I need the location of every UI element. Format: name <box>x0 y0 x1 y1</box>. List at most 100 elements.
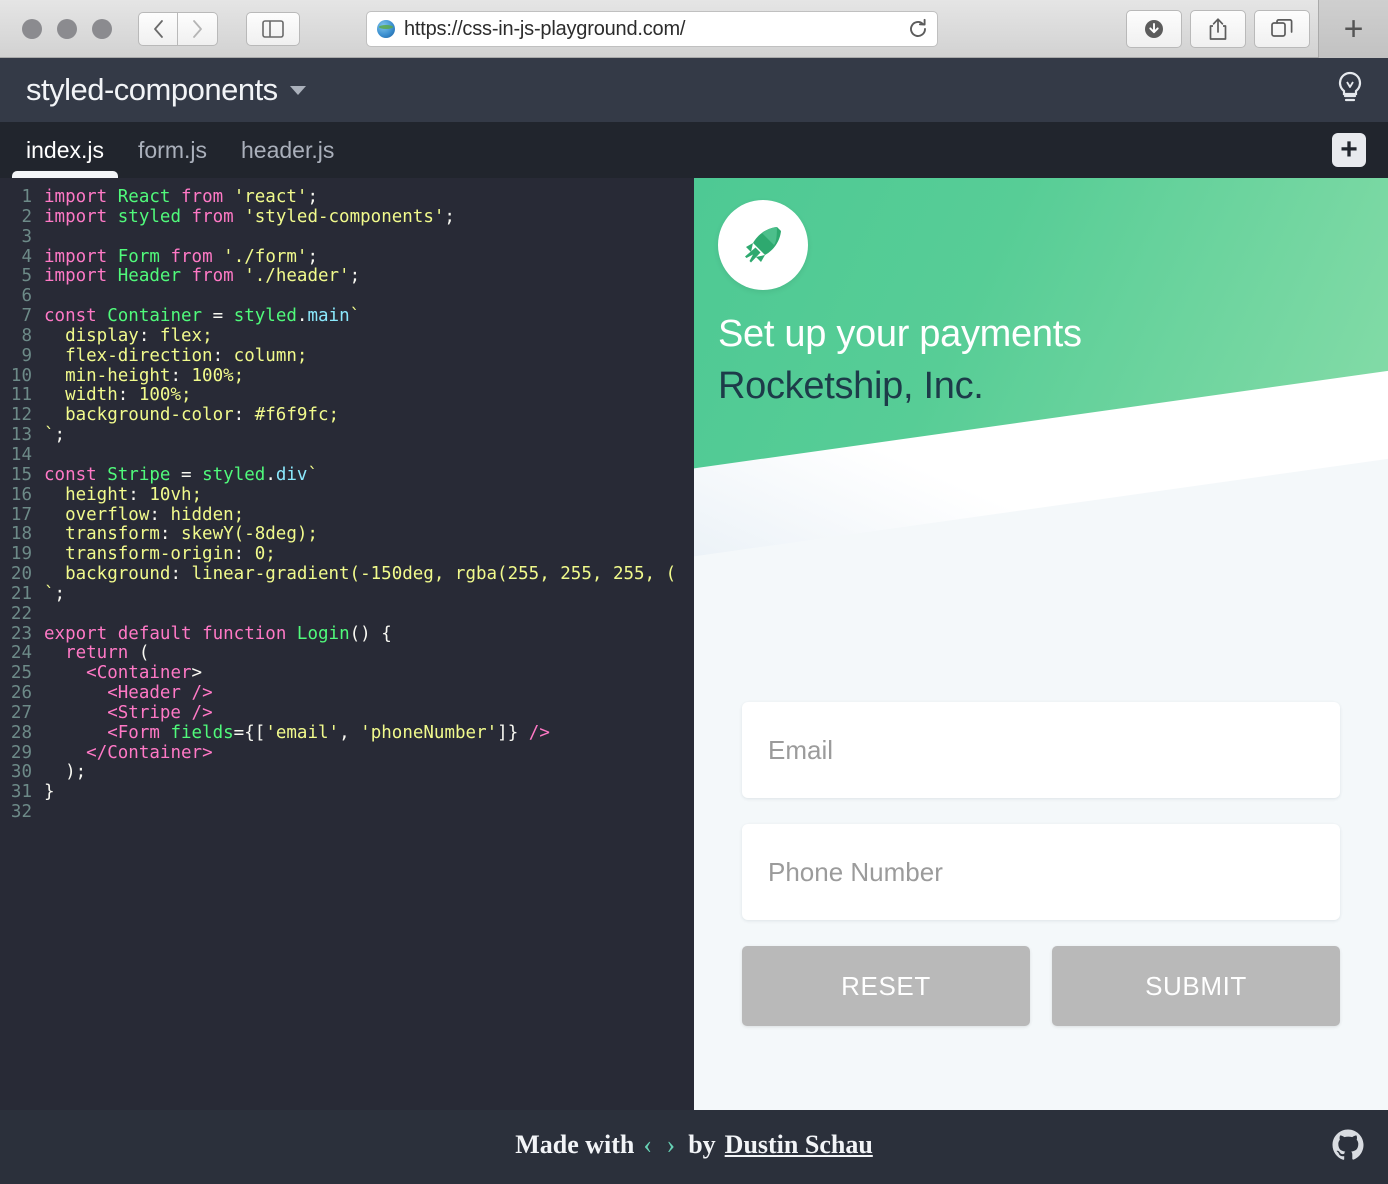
line-number: 12 <box>10 405 32 426</box>
line-number: 13 <box>10 425 32 446</box>
line-content: return ( <box>65 643 150 664</box>
address-bar[interactable]: https://css-in-js-playground.com/ <box>366 11 938 47</box>
form-actions: RESET SUBMIT <box>742 946 1340 1026</box>
app-header: styled-components <box>0 58 1388 122</box>
code-line: 16 height: 10vh; <box>0 484 694 506</box>
code-line: 27 <Stripe /> <box>0 702 694 724</box>
line-content: flex-direction: column; <box>65 345 308 366</box>
line-content: import React from 'react'; <box>44 187 319 207</box>
github-icon <box>1332 1129 1364 1160</box>
code-line: 2 import styled from 'styled-components'; <box>0 206 694 228</box>
submit-button[interactable]: SUBMIT <box>1052 946 1340 1026</box>
maximize-window-button[interactable] <box>92 18 112 39</box>
reload-icon <box>910 18 926 37</box>
line-content: ); <box>65 762 87 783</box>
line-content: <Stripe /> <box>107 702 213 723</box>
add-file-button[interactable]: + <box>1332 133 1366 167</box>
line-number: 19 <box>10 544 32 565</box>
line-number: 24 <box>10 643 32 664</box>
lightbulb-icon <box>1338 71 1362 101</box>
forward-button[interactable] <box>178 11 218 46</box>
line-content: import styled from 'styled-components'; <box>44 206 455 227</box>
line-content: <Header /> <box>107 683 213 704</box>
footer-made-with-label: Made with <box>515 1130 635 1159</box>
tab-overview-icon <box>1271 19 1293 37</box>
line-content: </Container> <box>86 742 213 763</box>
live-preview-pane: Set up your payments Rocketship, Inc. Em… <box>694 178 1388 1110</box>
back-button[interactable] <box>138 11 178 46</box>
email-field[interactable]: Email <box>742 702 1340 798</box>
minimize-window-button[interactable] <box>57 18 77 39</box>
close-window-button[interactable] <box>22 18 42 39</box>
code-line: 32 <box>0 802 694 823</box>
line-number: 29 <box>10 742 32 763</box>
line-content: height: 10vh; <box>65 484 203 505</box>
line-content: <Container> <box>86 663 203 684</box>
tab-overview-button[interactable] <box>1254 10 1310 48</box>
line-number: 15 <box>10 464 32 485</box>
line-content: export default function Login() { <box>44 623 392 644</box>
code-line: 29 </Container> <box>0 742 694 764</box>
line-content: overflow: hidden; <box>65 504 245 525</box>
phone-number-field[interactable]: Phone Number <box>742 824 1340 920</box>
code-line: 28 <Form fields={['email', 'phoneNumber'… <box>0 722 694 744</box>
code-editor[interactable]: 1 import React from 'react'; 2 import style… <box>0 178 694 1110</box>
line-content: <Form fields={['email', 'phoneNumber']} … <box>107 722 550 743</box>
email-placeholder: Email <box>768 734 834 765</box>
toolbar-right-buttons <box>1126 10 1310 48</box>
theme-toggle-button[interactable] <box>1334 70 1366 111</box>
sidebar-icon <box>262 19 284 38</box>
code-line: 3 <box>0 227 694 248</box>
share-icon <box>1209 18 1227 40</box>
project-name: styled-components <box>26 72 278 107</box>
reload-button[interactable] <box>898 11 938 47</box>
downloads-button[interactable] <box>1126 10 1182 48</box>
reset-button[interactable]: RESET <box>742 946 1030 1026</box>
line-number: 2 <box>21 206 32 227</box>
line-number: 5 <box>21 266 32 287</box>
code-line: 13 `; <box>0 425 694 446</box>
footer-by-label: by <box>688 1130 716 1159</box>
page-footer: Made with ‹ › by Dustin Schau <box>0 1110 1388 1180</box>
file-tabbar: index.js form.js header.js + <box>0 122 1388 178</box>
code-line: 24 return ( <box>0 643 694 664</box>
decorative-stripes <box>694 356 1388 782</box>
new-tab-button[interactable]: + <box>1318 0 1388 58</box>
code-brackets-icon: ‹ › <box>643 1130 680 1159</box>
code-line: 19 transform-origin: 0; <box>0 544 694 565</box>
url-text: https://css-in-js-playground.com/ <box>404 17 686 40</box>
code-line: 21 `; <box>0 584 694 605</box>
tab-form-js[interactable]: form.js <box>138 122 207 178</box>
code-line: 6 <box>0 286 694 307</box>
line-number: 23 <box>10 623 32 644</box>
author-link[interactable]: Dustin Schau <box>725 1130 873 1160</box>
line-number: 17 <box>10 504 32 525</box>
project-selector[interactable]: styled-components <box>26 72 306 108</box>
github-link[interactable] <box>1330 1127 1366 1163</box>
line-content: const Container = styled.main` <box>44 306 361 327</box>
show-sidebar-button[interactable] <box>246 11 300 46</box>
code-line: 1 import React from 'react'; <box>0 187 694 208</box>
line-content: import Form from './form'; <box>44 246 319 267</box>
line-content: import Header from './header'; <box>44 266 361 287</box>
downloads-icon <box>1145 20 1163 38</box>
line-number: 28 <box>10 722 32 743</box>
tab-header-js[interactable]: header.js <box>241 122 334 178</box>
code-line: 11 width: 100%; <box>0 386 694 406</box>
line-number: 30 <box>10 762 32 783</box>
line-number: 6 <box>21 286 32 307</box>
line-number: 25 <box>10 663 32 684</box>
line-number: 26 <box>10 683 32 704</box>
line-content: min-height: 100%; <box>65 365 245 386</box>
window-traffic-lights <box>22 18 112 39</box>
line-number: 14 <box>10 444 32 465</box>
line-number: 4 <box>21 246 32 267</box>
line-number: 18 <box>10 524 32 545</box>
line-number: 10 <box>10 365 32 386</box>
line-content: const Stripe = styled.div` <box>44 464 319 485</box>
code-line: 9 flex-direction: column; <box>0 345 694 367</box>
share-button[interactable] <box>1190 10 1246 48</box>
file-tabs: index.js form.js header.js <box>12 122 334 178</box>
tab-index-js[interactable]: index.js <box>12 122 118 178</box>
footer-credit: Made with ‹ › by Dustin Schau <box>515 1130 873 1160</box>
